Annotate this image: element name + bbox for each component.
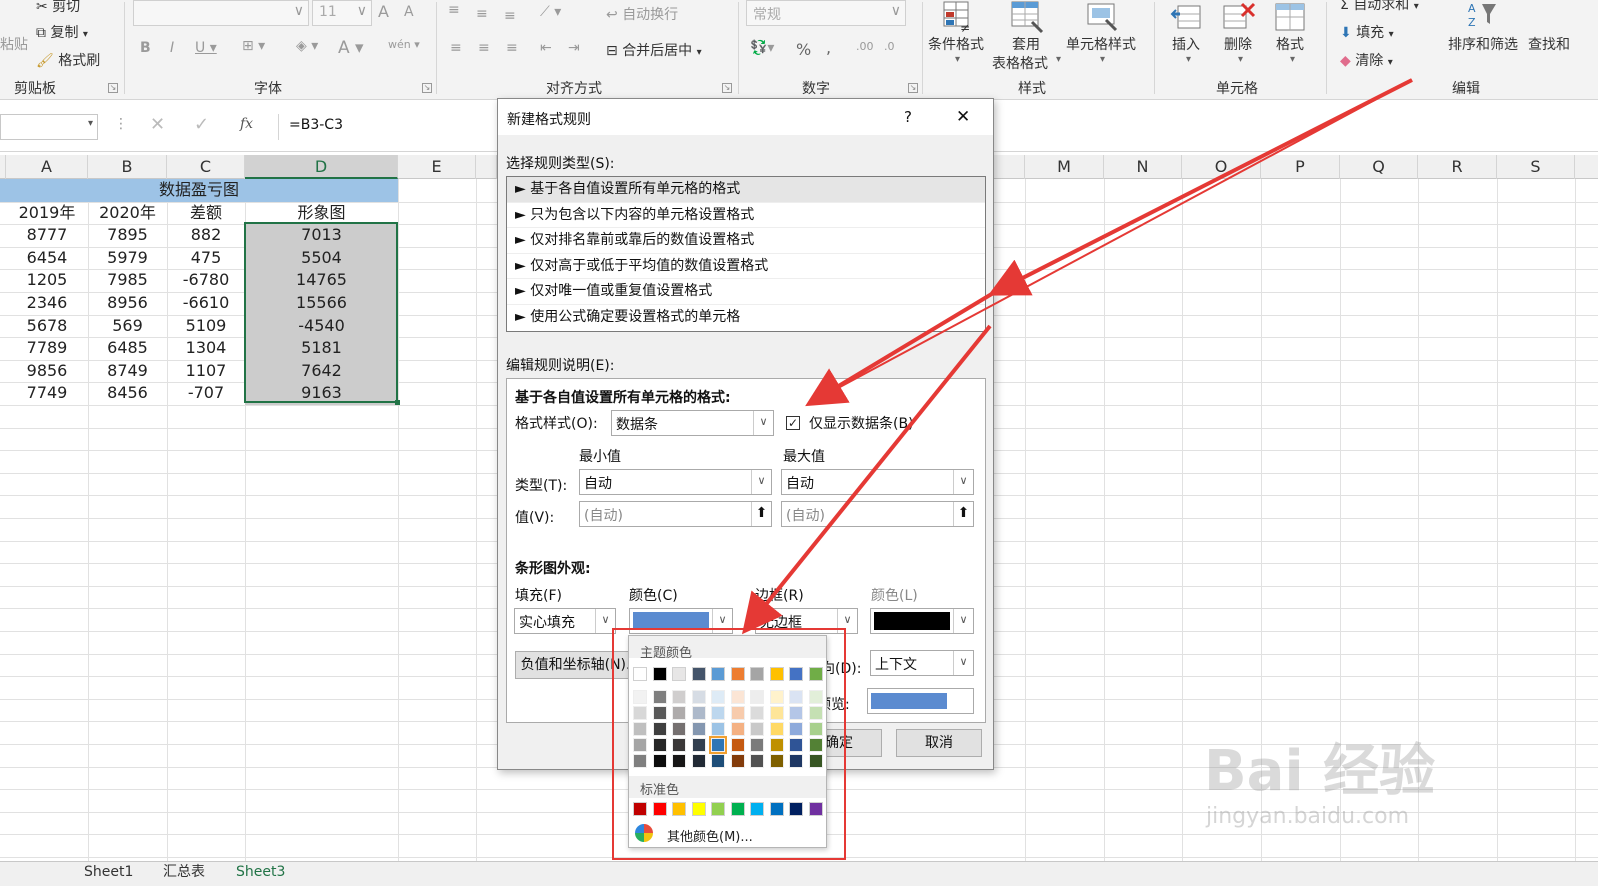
watermark: Bai 经验 jingyan.baidu.com — [1200, 700, 1490, 840]
annotation-box — [612, 628, 846, 860]
annotation-arrow-head — [805, 290, 997, 407]
watermark-brand: Bai 经验 — [1204, 739, 1436, 804]
annotation-arrow — [987, 78, 1413, 296]
color-swatch-selected[interactable] — [709, 736, 727, 754]
watermark-url: jingyan.baidu.com — [1206, 804, 1410, 829]
annotation-arrow — [811, 79, 1413, 403]
